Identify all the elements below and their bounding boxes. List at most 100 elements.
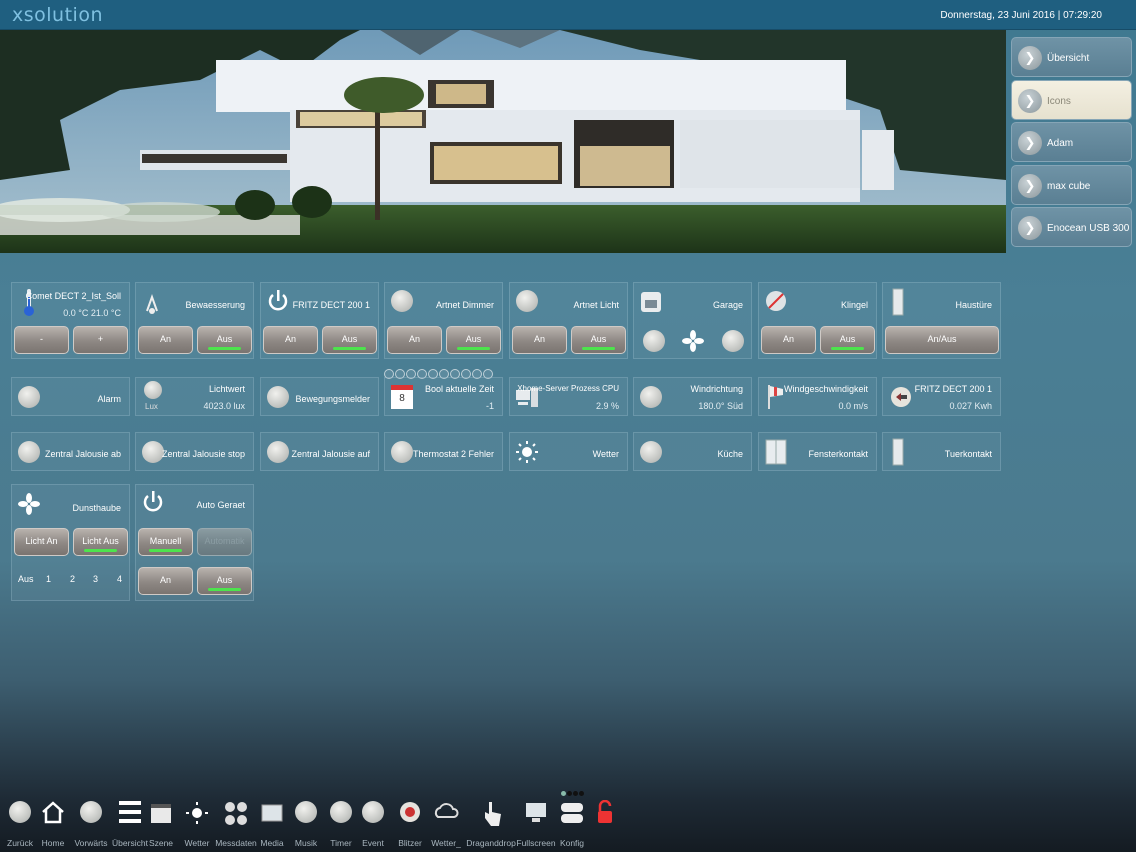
room-item-adam[interactable]: ❯ Adam [1011,122,1132,162]
tile-title: Artnet Dimmer [435,300,494,310]
room-item-max-cube[interactable]: ❯ max cube [1011,164,1132,205]
on-button[interactable]: An [387,326,442,354]
chevron-up-icon [267,441,289,463]
timer-icon [330,801,352,823]
gauges-icon [225,802,247,825]
home-icon [42,801,64,824]
off-button[interactable]: Aus [322,326,377,354]
power-icon [143,491,163,512]
tile-title: Dunsthaube [72,503,121,513]
tile-jalousie-stop[interactable]: Zentral Jalousie stop [135,432,254,471]
sprinkler-icon [146,294,158,314]
chevron-right-icon: ❯ [1018,46,1042,70]
tile-cpu: Xhome-Server Prozess CPU 2.9 % [509,377,628,416]
chevron-down-icon[interactable] [643,330,665,352]
lux-label: Lux [145,402,158,411]
decrease-button[interactable]: - [14,326,69,354]
app-logo: xsolution [12,4,103,26]
wind-speed-value: 0.0 m/s [838,401,868,411]
fan-level-aus[interactable]: Aus [18,574,34,584]
tile-windrichtung: Windrichtung 180.0° Süd [633,377,752,416]
on-button[interactable]: An [512,326,567,354]
scene-icon [151,804,171,823]
stop-icon [142,441,164,463]
tile-garage: Garage [633,282,752,359]
power-icon [268,290,288,311]
nav-draganddrop[interactable]: Draganddrop [466,795,516,848]
tile-bool-zeit: 8 Bool aktuelle Zeit -1 [384,377,503,416]
tile-lichtwert: Lux Lichtwert 4023.0 lux [135,377,254,416]
dimmer-level-dots[interactable] [384,366,504,379]
room-item-enocean[interactable]: ❯ Enocean USB 300 [1011,207,1132,247]
media-icon [261,804,283,822]
fan-level-3[interactable]: 3 [93,574,98,584]
cloud-icon [434,803,459,818]
tile-thermostat: Thermostat 2 Fehler [384,432,503,471]
tile-klingel: Klingel An Aus [758,282,877,359]
on-button[interactable]: An [263,326,318,354]
tile-title: Haustüre [955,300,992,310]
event-icon [362,801,384,823]
light-sensor-icon [144,381,162,399]
tile-title: Küche [717,449,743,459]
increase-button[interactable]: + [73,326,128,354]
off-button[interactable]: Aus [446,326,501,354]
sun-icon [186,802,208,824]
tile-artnet-dimmer: Artnet Dimmer An Aus [384,282,503,359]
room-label: Übersicht [1047,53,1090,64]
on-button[interactable]: An [138,567,193,595]
bulb-icon [516,290,538,312]
tile-wetter[interactable]: Wetter [509,432,628,471]
tile-jalousie-auf[interactable]: Zentral Jalousie auf [260,432,379,471]
room-item-uebersicht[interactable]: ❯ Übersicht [1011,37,1132,77]
fan-icon[interactable] [682,330,704,352]
tile-title: Windgeschwindigkeit [783,384,868,394]
light-off-button[interactable]: Licht Aus [73,528,128,556]
light-on-button[interactable]: Licht An [14,528,69,556]
off-button[interactable]: Aus [820,326,875,354]
automatic-button[interactable]: Automatik [197,528,252,556]
nav-wetter-2[interactable]: Wetter_ [424,795,468,848]
chevron-right-icon: ❯ [1018,173,1042,198]
fan-level-1[interactable]: 1 [46,574,51,584]
tile-title: Auto Geraet [196,500,245,510]
lux-value: 4023.0 lux [203,401,245,411]
tile-windgeschwindigkeit: Windgeschwindigkeit 0.0 m/s [758,377,877,416]
tile-kueche[interactable]: Küche [633,432,752,471]
off-button[interactable]: Aus [197,567,252,595]
on-button[interactable]: An [138,326,193,354]
tile-title: Lichtwert [208,384,245,394]
tile-tuerkontakt: Tuerkontakt [882,432,1001,471]
tile-title: Fensterkontakt [808,449,868,459]
music-icon [295,801,317,823]
temperature-values: 0.0 °C 21.0 °C [63,308,121,318]
off-button[interactable]: Aus [197,326,252,354]
fan-level-2[interactable]: 2 [70,574,75,584]
tile-auto-geraet: Auto Geraet Manuell Automatik An Aus [135,484,254,601]
fan-level-4[interactable]: 4 [117,574,122,584]
compass-icon [640,386,662,408]
hand-icon [485,802,501,826]
chevron-down-icon [18,441,40,463]
tile-title: Comet DECT 2_Ist_Soll [25,291,121,301]
nav-label: Konfig [559,838,585,848]
toggle-button[interactable]: An/Aus [885,326,999,354]
tile-alarm[interactable]: Alarm [11,377,130,416]
manual-button[interactable]: Manuell [138,528,193,556]
tile-bewaesserung: Bewaesserung An Aus [135,282,254,359]
tile-fensterkontakt: Fensterkontakt [758,432,877,471]
bool-value: -1 [485,401,494,411]
on-button[interactable]: An [761,326,816,354]
room-item-icons[interactable]: ❯ Icons [1011,79,1132,120]
nav-lock[interactable] [583,795,627,838]
chevron-up-icon[interactable] [722,330,744,352]
off-button[interactable]: Aus [571,326,626,354]
tile-title: Bool aktuelle Zeit [424,384,494,394]
tile-title: Klingel [840,300,868,310]
top-bar: xsolution Donnerstag, 23 Juni 2016 | 07:… [0,0,1136,30]
tile-jalousie-ab[interactable]: Zentral Jalousie ab [11,432,130,471]
chevron-right-icon: ❯ [1018,88,1042,113]
bell-muted-icon [766,291,786,311]
date-time: Donnerstag, 23 Juni 2016 | 07:29:20 [940,10,1102,21]
room-label: Icons [1047,95,1071,107]
